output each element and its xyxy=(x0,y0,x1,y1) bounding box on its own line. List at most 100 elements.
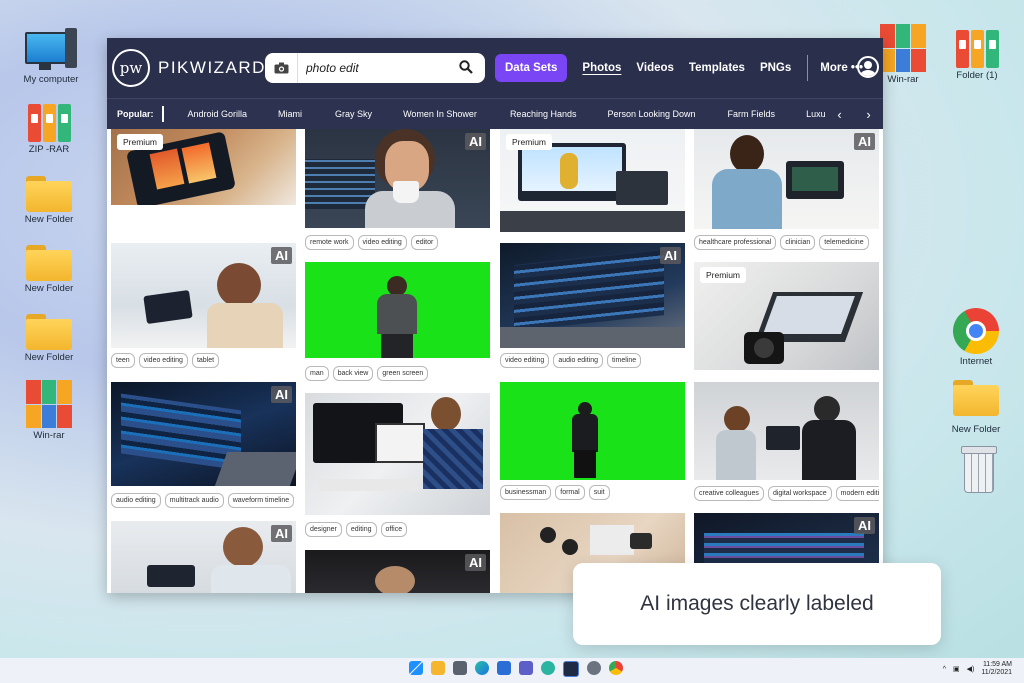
image-card[interactable] xyxy=(305,393,490,515)
search-input[interactable] xyxy=(304,60,438,76)
desktop-icon-label: New Folder xyxy=(24,283,74,294)
chevron-right-icon[interactable]: › xyxy=(866,107,870,122)
tag-chip[interactable]: audio editing xyxy=(553,353,604,368)
winrar-icon xyxy=(26,380,72,428)
data-sets-button[interactable]: Data Sets xyxy=(495,54,568,82)
image-card[interactable]: AI xyxy=(111,382,296,486)
desktop-icon-recycle-bin[interactable] xyxy=(941,446,1015,493)
clock[interactable]: 11:59 AM 11/2/2021 xyxy=(981,661,1012,677)
image-card[interactable]: AI xyxy=(111,243,296,348)
tag-list: man back view green screen xyxy=(305,366,490,381)
image-card[interactable]: AI xyxy=(111,521,296,593)
desktop-icon-new-folder-2[interactable]: New Folder xyxy=(12,245,86,294)
chrome-taskbar-icon[interactable] xyxy=(609,661,623,675)
search-icon[interactable] xyxy=(459,60,473,79)
premium-badge: Premium xyxy=(117,134,164,150)
pikwizard-app-icon[interactable] xyxy=(563,661,579,677)
desktop-icon-folder-1[interactable]: Folder (1) xyxy=(940,28,1014,81)
chevron-up-icon[interactable]: ^ xyxy=(943,666,946,673)
popular-tag[interactable]: Miami xyxy=(278,109,302,119)
desktop-icon-new-folder-right[interactable]: New Folder xyxy=(939,380,1013,435)
image-card[interactable]: AI xyxy=(305,129,490,228)
image-card[interactable]: AI xyxy=(500,243,685,348)
tag-chip[interactable]: video editing xyxy=(138,353,188,368)
tag-chip[interactable]: designer xyxy=(305,522,342,537)
desktop-icon-zip-rar[interactable]: ZIP -RAR xyxy=(12,102,86,155)
nav-videos[interactable]: Videos xyxy=(636,62,674,74)
tag-chip[interactable]: tablet xyxy=(191,353,220,368)
tag-chip[interactable]: office xyxy=(380,522,408,537)
store-icon[interactable] xyxy=(497,661,511,675)
settings-icon[interactable] xyxy=(587,661,601,675)
browser-window: pw PIKWIZARD Data Sets Photos Videos Tem… xyxy=(107,38,883,593)
image-card[interactable] xyxy=(500,382,685,480)
popular-tag[interactable]: Person Looking Down xyxy=(607,109,695,119)
desktop-icon-new-folder-1[interactable]: New Folder xyxy=(12,176,86,225)
image-card[interactable]: AI xyxy=(694,129,879,229)
popular-tag[interactable]: Women In Shower xyxy=(403,109,477,119)
ai-badge: AI xyxy=(465,133,486,150)
nav-templates[interactable]: Templates xyxy=(689,62,745,74)
teams-icon[interactable] xyxy=(519,661,533,675)
nav-pngs[interactable]: PNGs xyxy=(760,62,791,74)
tag-list: healthcare professional clinician teleme… xyxy=(694,235,879,250)
tag-chip[interactable]: suit xyxy=(588,485,610,500)
network-icon[interactable]: ▣ xyxy=(953,665,960,673)
tag-chip[interactable]: teen xyxy=(111,353,135,368)
popular-tag[interactable]: Luxu xyxy=(806,109,826,119)
tag-chip[interactable]: back view xyxy=(332,366,374,381)
tag-chip[interactable]: healthcare professional xyxy=(694,235,777,250)
desktop-icon-label: Win-rar xyxy=(33,430,65,441)
tag-chip[interactable]: timeline xyxy=(607,353,642,368)
file-explorer-icon[interactable] xyxy=(431,661,445,675)
tag-chip[interactable]: multitrack audio xyxy=(164,493,224,508)
tag-chip[interactable]: clinician xyxy=(780,235,816,250)
tag-chip[interactable]: waveform timeline xyxy=(227,493,295,508)
popular-tag[interactable]: Gray Sky xyxy=(335,109,372,119)
tag-chip[interactable]: formal xyxy=(555,485,585,500)
image-card[interactable]: Premium xyxy=(500,129,685,232)
tag-chip[interactable]: digital workspace xyxy=(767,486,832,501)
image-card[interactable]: Premium xyxy=(111,129,296,205)
clock-date: 11/2/2021 xyxy=(981,669,1012,676)
desktop-icon-label: Folder (1) xyxy=(956,70,998,81)
tag-chip[interactable]: man xyxy=(305,366,329,381)
tag-chip[interactable]: creative colleagues xyxy=(694,486,764,501)
image-grid: Premium AI teen video editing tablet AI … xyxy=(107,129,883,593)
tag-chip[interactable]: green screen xyxy=(377,366,429,381)
brand-name[interactable]: PIKWIZARD xyxy=(158,58,265,78)
desktop-icon-internet[interactable]: Internet xyxy=(939,308,1013,367)
windows-start-icon[interactable] xyxy=(409,661,423,675)
camera-icon[interactable] xyxy=(265,53,298,83)
popular-tag[interactable]: Android Gorilla xyxy=(188,109,248,119)
chevron-left-icon[interactable]: ‹ xyxy=(837,107,841,122)
image-card[interactable]: AI xyxy=(305,550,490,593)
tag-chip[interactable]: editor xyxy=(410,235,439,250)
user-account-icon[interactable] xyxy=(857,56,879,78)
image-card[interactable] xyxy=(694,382,879,480)
logo-icon[interactable]: pw xyxy=(112,49,150,87)
popular-tag[interactable]: Reaching Hands xyxy=(510,109,577,119)
tag-chip[interactable]: video editing xyxy=(500,353,550,368)
tag-chip[interactable]: modern editing studio xyxy=(835,486,879,501)
edge-icon[interactable] xyxy=(475,661,489,675)
maps-icon[interactable] xyxy=(541,661,555,675)
tag-chip[interactable]: telemedicine xyxy=(819,235,869,250)
premium-badge: Premium xyxy=(700,267,747,283)
tag-chip[interactable]: businessman xyxy=(500,485,552,500)
tag-chip[interactable]: remote work xyxy=(305,235,354,250)
tag-chip[interactable]: editing xyxy=(345,522,377,537)
volume-icon[interactable]: ◀) xyxy=(967,665,975,673)
taskbar-apps xyxy=(409,661,623,677)
desktop-icon-my-computer[interactable]: My computer xyxy=(14,28,88,85)
desktop-icon-win-rar[interactable]: Win-rar xyxy=(12,380,86,441)
nav-photos[interactable]: Photos xyxy=(582,62,621,74)
image-card[interactable] xyxy=(305,262,490,358)
camera-app-icon[interactable] xyxy=(453,661,467,675)
image-card[interactable]: Premium xyxy=(694,262,879,370)
desktop-icon-new-folder-3[interactable]: New Folder xyxy=(12,314,86,363)
tag-chip[interactable]: video editing xyxy=(357,235,407,250)
popular-tag[interactable]: Farm Fields xyxy=(728,109,776,119)
tag-chip[interactable]: audio editing xyxy=(111,493,161,508)
search-bar[interactable] xyxy=(265,53,485,83)
